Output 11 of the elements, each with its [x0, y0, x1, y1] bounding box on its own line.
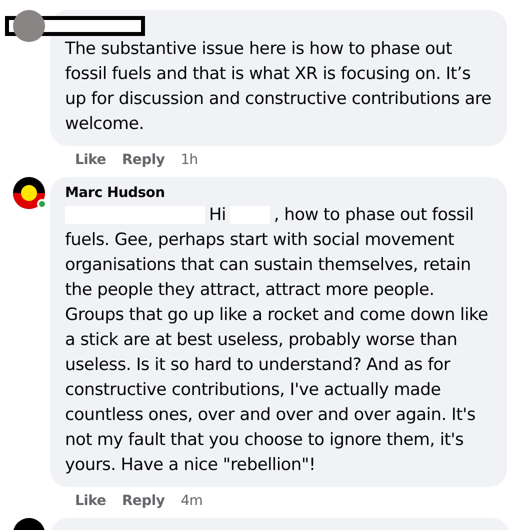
comment-time[interactable]: 1h — [180, 150, 198, 170]
comment-text: Hi , how to phase out fossil fuels. Gee, perhaps start with social movement organisations that can sustain themselves, retain the people they attract, attract more people. Groups that go up like a rocket and come down like a stick are at best useless, probably worse than useless. Is it so hard to understand? And as for constructive contributions, I've actually made countless ones, over and over and over again. It's not my fault that you choose to ignore them, it's yours. Have a nice "rebellion"! — [65, 204, 489, 477]
reply-link[interactable]: Reply — [122, 150, 165, 170]
flag-avatar-icon[interactable] — [13, 177, 45, 209]
like-link[interactable]: Like — [75, 150, 106, 170]
author-name[interactable]: Marc Hudson — [65, 183, 492, 203]
comment-time[interactable]: 4m — [180, 490, 203, 512]
reply-link[interactable]: Reply — [122, 490, 165, 512]
like-link[interactable]: Like — [75, 490, 106, 512]
comment-text: The substantive issue here is how to phase out fossil fuels and that is what XR is focusing on. It’s up for discussion and constructive contributions are welcome. — [65, 38, 492, 136]
avatar-photo-placeholder[interactable] — [13, 10, 45, 42]
